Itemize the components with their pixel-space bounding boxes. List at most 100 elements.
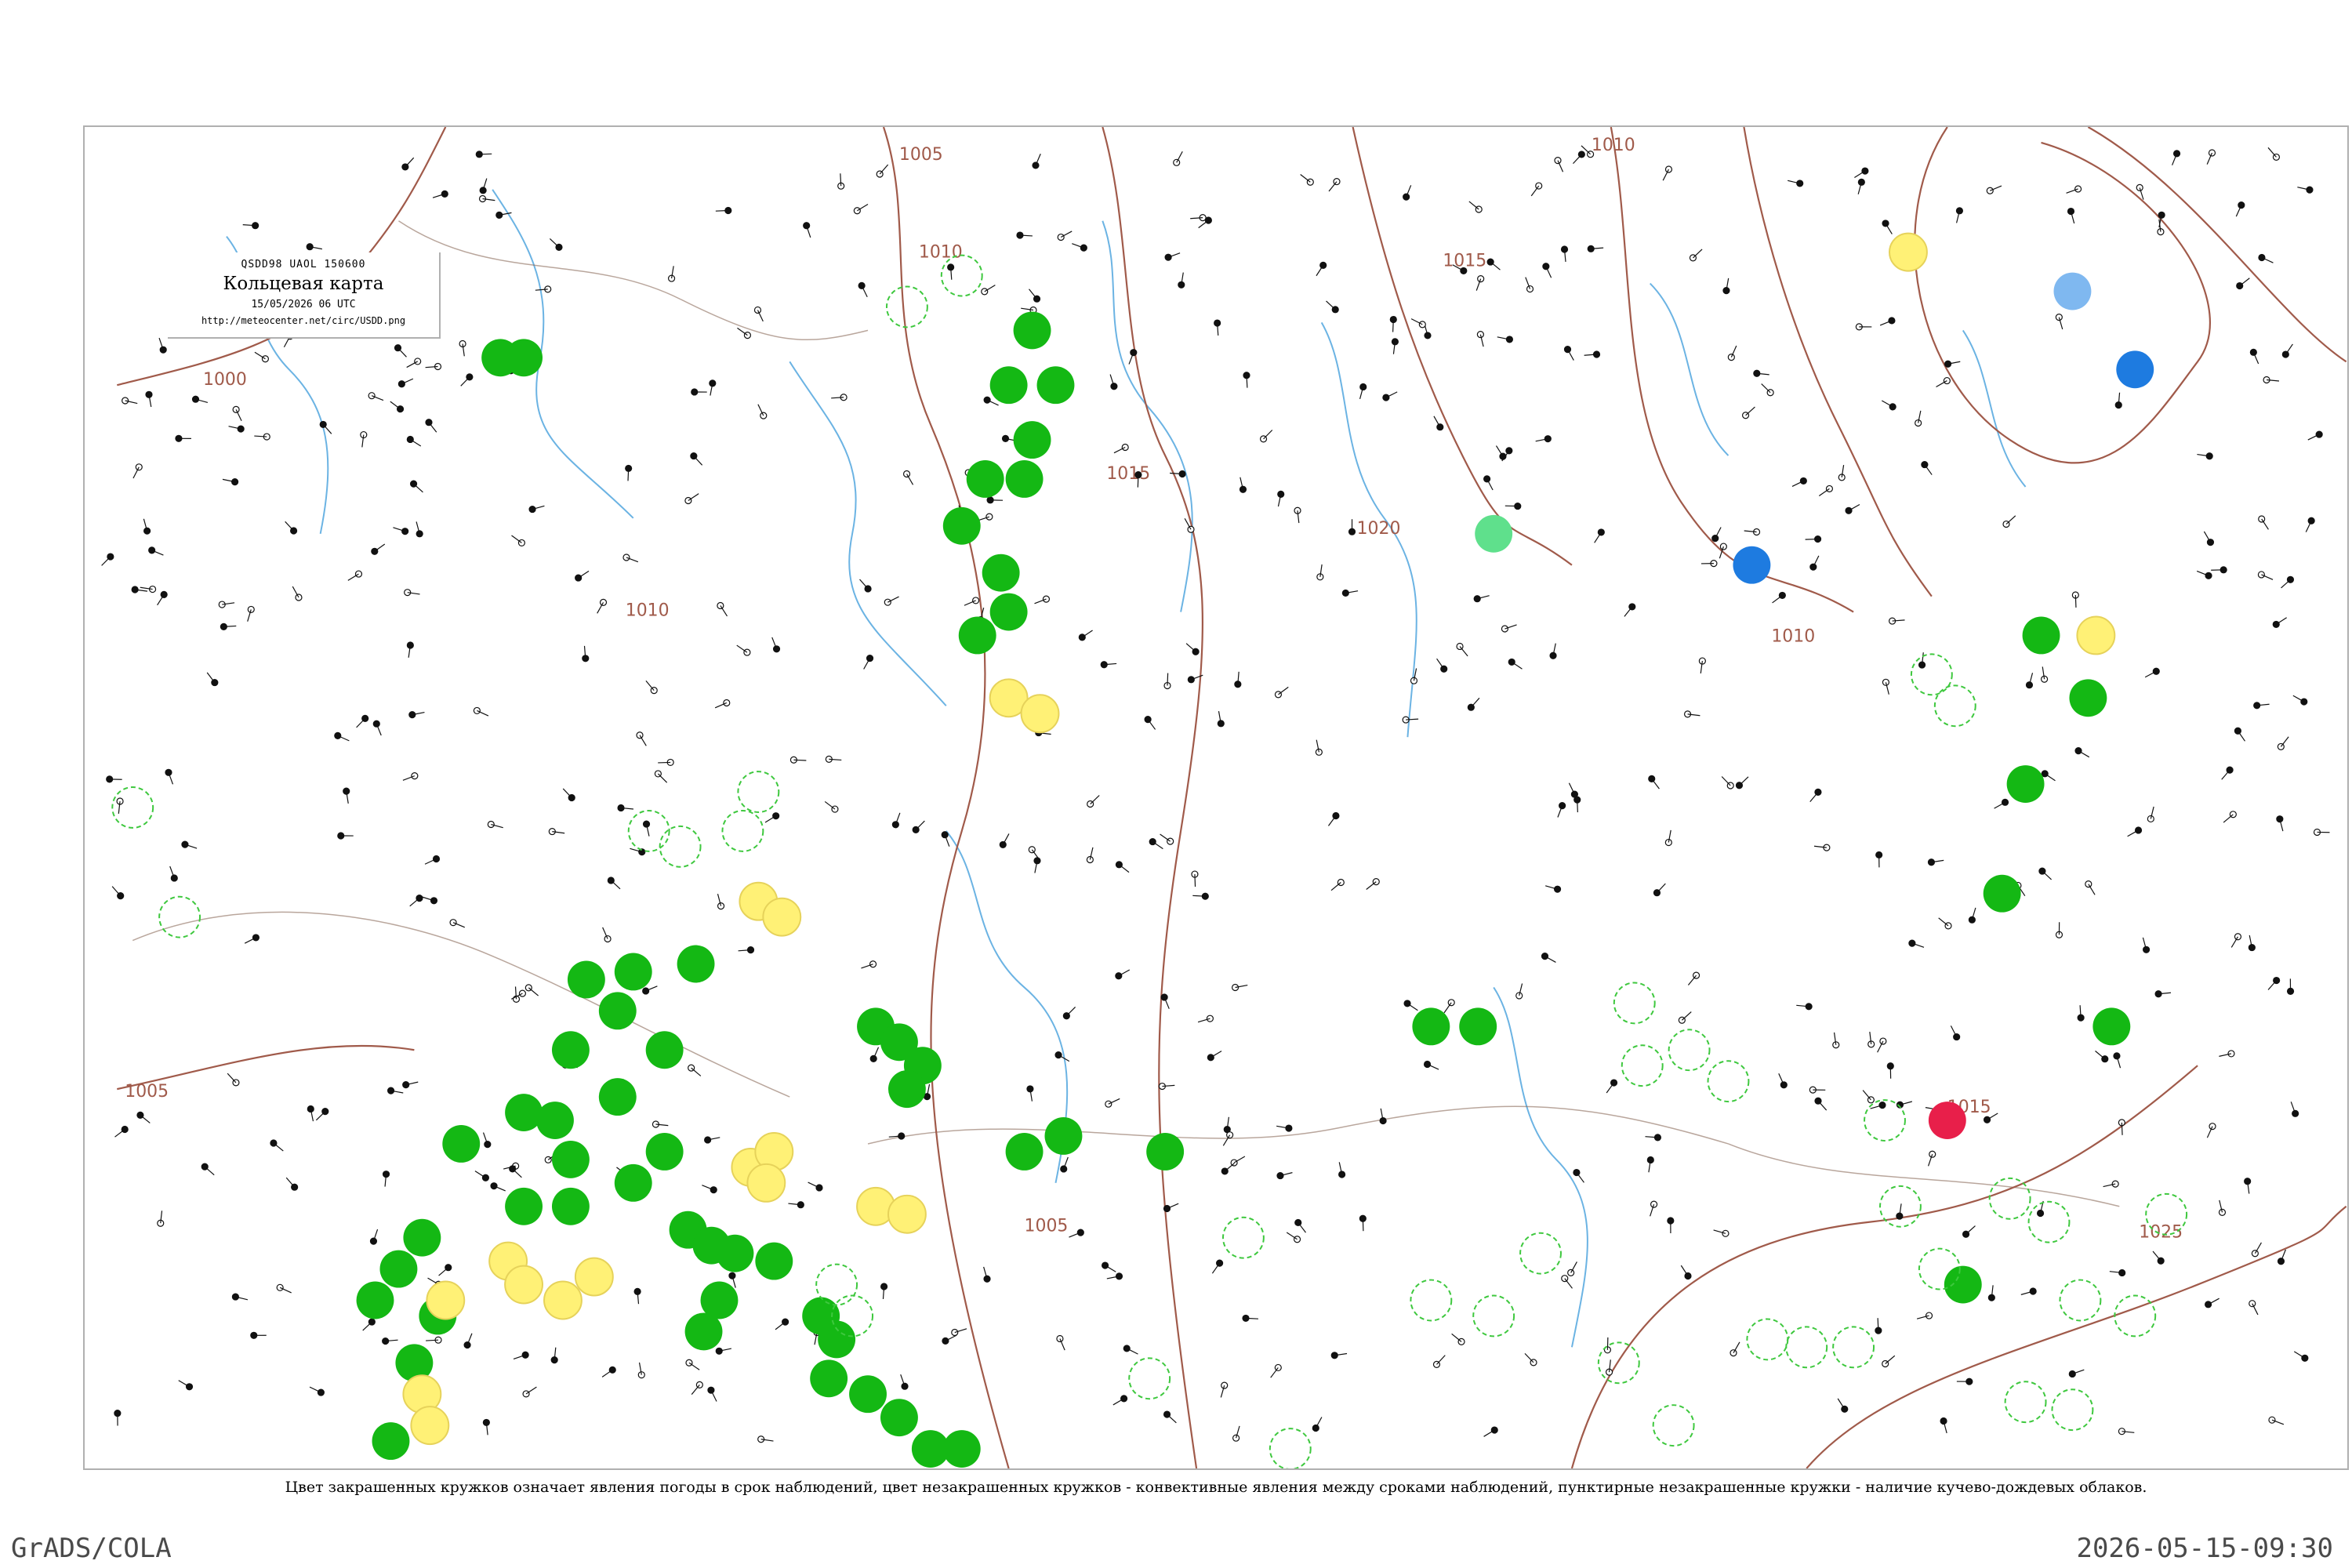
wind-barb-icon [1298,1222,1306,1233]
isobar-label-1005-north: 1005 [899,145,943,165]
borders-layer [132,220,2120,1207]
map-url[interactable]: http://meteocenter.net/circ/USDD.png [168,315,439,326]
map-header: QSDD98 UAOL 150600 Кольцевая карта 15/05… [168,252,441,339]
station-circle-icon [2055,314,2063,321]
station-plot [550,1347,558,1364]
station-plot [2267,147,2281,161]
wind-barb-icon [857,204,869,212]
weather-circle-dashed [1988,1177,2031,1220]
wind-barb-icon [1837,1398,1846,1410]
wind-barb-icon [2261,518,2269,530]
wind-barb-icon [562,788,572,798]
wind-barb-icon [1490,261,1501,270]
wind-barb-icon [1564,1278,1573,1289]
wind-barb-icon [1326,300,1336,310]
wind-barb-icon [2280,736,2289,747]
station-plot [1761,383,1774,397]
weather-circle-filled [982,554,1020,592]
station-circle-icon [2074,185,2082,193]
station-plot [964,597,980,606]
wind-barb-icon [1524,1352,1534,1363]
station-plot [1286,1232,1301,1243]
station-plot [1243,372,1250,388]
wind-barb-icon [1809,792,1819,803]
station-plot [1938,917,1952,930]
station-plot [2154,990,2172,998]
isobar-label-1020: 1020 [1357,519,1401,539]
station-plot [201,1163,215,1176]
station-plot [2113,1052,2122,1069]
weather-circle-filled [1013,311,1051,350]
station-plot [1197,1014,1214,1023]
station-plot [401,157,415,171]
station-plot [1968,907,1976,924]
wind-barb-icon [426,1339,439,1341]
station-circle-icon [463,1341,471,1349]
weather-circle-filled [505,339,543,377]
isobar-label-1010-north: 1010 [919,243,963,263]
synoptic-map: 1000 1005 1005 1005 1010 1010 1010 1010 … [83,125,2349,1470]
weather-circle-filled [966,460,1004,498]
station-plot [319,420,332,434]
station-plot [617,804,633,812]
station-plot [788,1201,804,1209]
station-plot [2234,727,2245,742]
station-circle-icon [2218,1208,2227,1216]
station-plot [2002,515,2016,528]
station-circle-icon [2277,1258,2285,1265]
wind-barb-icon [1147,719,1156,730]
station-plot [1678,1011,1692,1024]
weather-circle-filled [614,1163,652,1202]
station-plot [1106,1272,1123,1280]
station-plot [1402,716,1419,724]
weather-circle-filled [505,1094,543,1132]
wind-barb-icon [114,1129,125,1138]
weather-circle-dashed [1652,1404,1695,1447]
station-plot [1223,1116,1231,1134]
station-plot [535,285,552,293]
station-plot [2206,1123,2216,1138]
wind-barb-icon [1470,697,1480,708]
station-circle-icon [723,699,731,707]
legend-caption: Цвет закрашенных кружков означает явлени… [285,1479,2147,1496]
isobar-label-1025: 1025 [2139,1223,2183,1243]
station-plot [1927,858,1944,866]
bulletin-code: QSDD98 UAOL 150600 [241,259,366,270]
station-circle-icon [1825,485,1834,492]
weather-circle-filled [1013,421,1051,459]
station-plot [276,1283,292,1294]
station-plot [2118,1428,2135,1436]
station-plot [1101,1261,1116,1272]
station-circle-icon [1424,332,1432,339]
weather-circle-dashed [1613,982,1656,1025]
station-plot [2127,826,2143,837]
station-plot [2292,695,2308,706]
wind-barb-icon [273,1142,284,1152]
station-plot [861,960,877,969]
station-plot [1060,1156,1069,1173]
station-plot [1087,795,1100,808]
wind-barb-icon [1745,406,1755,416]
wind-barb-icon [1278,686,1289,695]
station-plot [1862,1090,1875,1104]
station-plot [1711,527,1722,543]
station-plot [478,194,495,203]
wind-barb-icon [1924,464,1933,475]
weather-circle-filled [1044,1117,1083,1155]
station-plot [522,1386,537,1398]
wind-barb-icon [1854,170,1866,179]
station-plot [1348,519,1356,535]
station-plot [1867,1031,1875,1048]
station-plot [337,832,354,840]
weather-circle-filled [551,1140,590,1178]
wind-barb-icon [397,347,407,358]
station-plot [2276,815,2284,832]
wind-barb-icon [2293,1351,2306,1359]
wind-barb-icon [1192,895,1206,897]
station-plot [685,1359,700,1370]
station-plot [789,756,807,764]
station-circle-icon [1078,633,1086,641]
station-plot [859,579,872,593]
wind-barb-icon [528,987,539,996]
station-plot [1330,878,1345,891]
